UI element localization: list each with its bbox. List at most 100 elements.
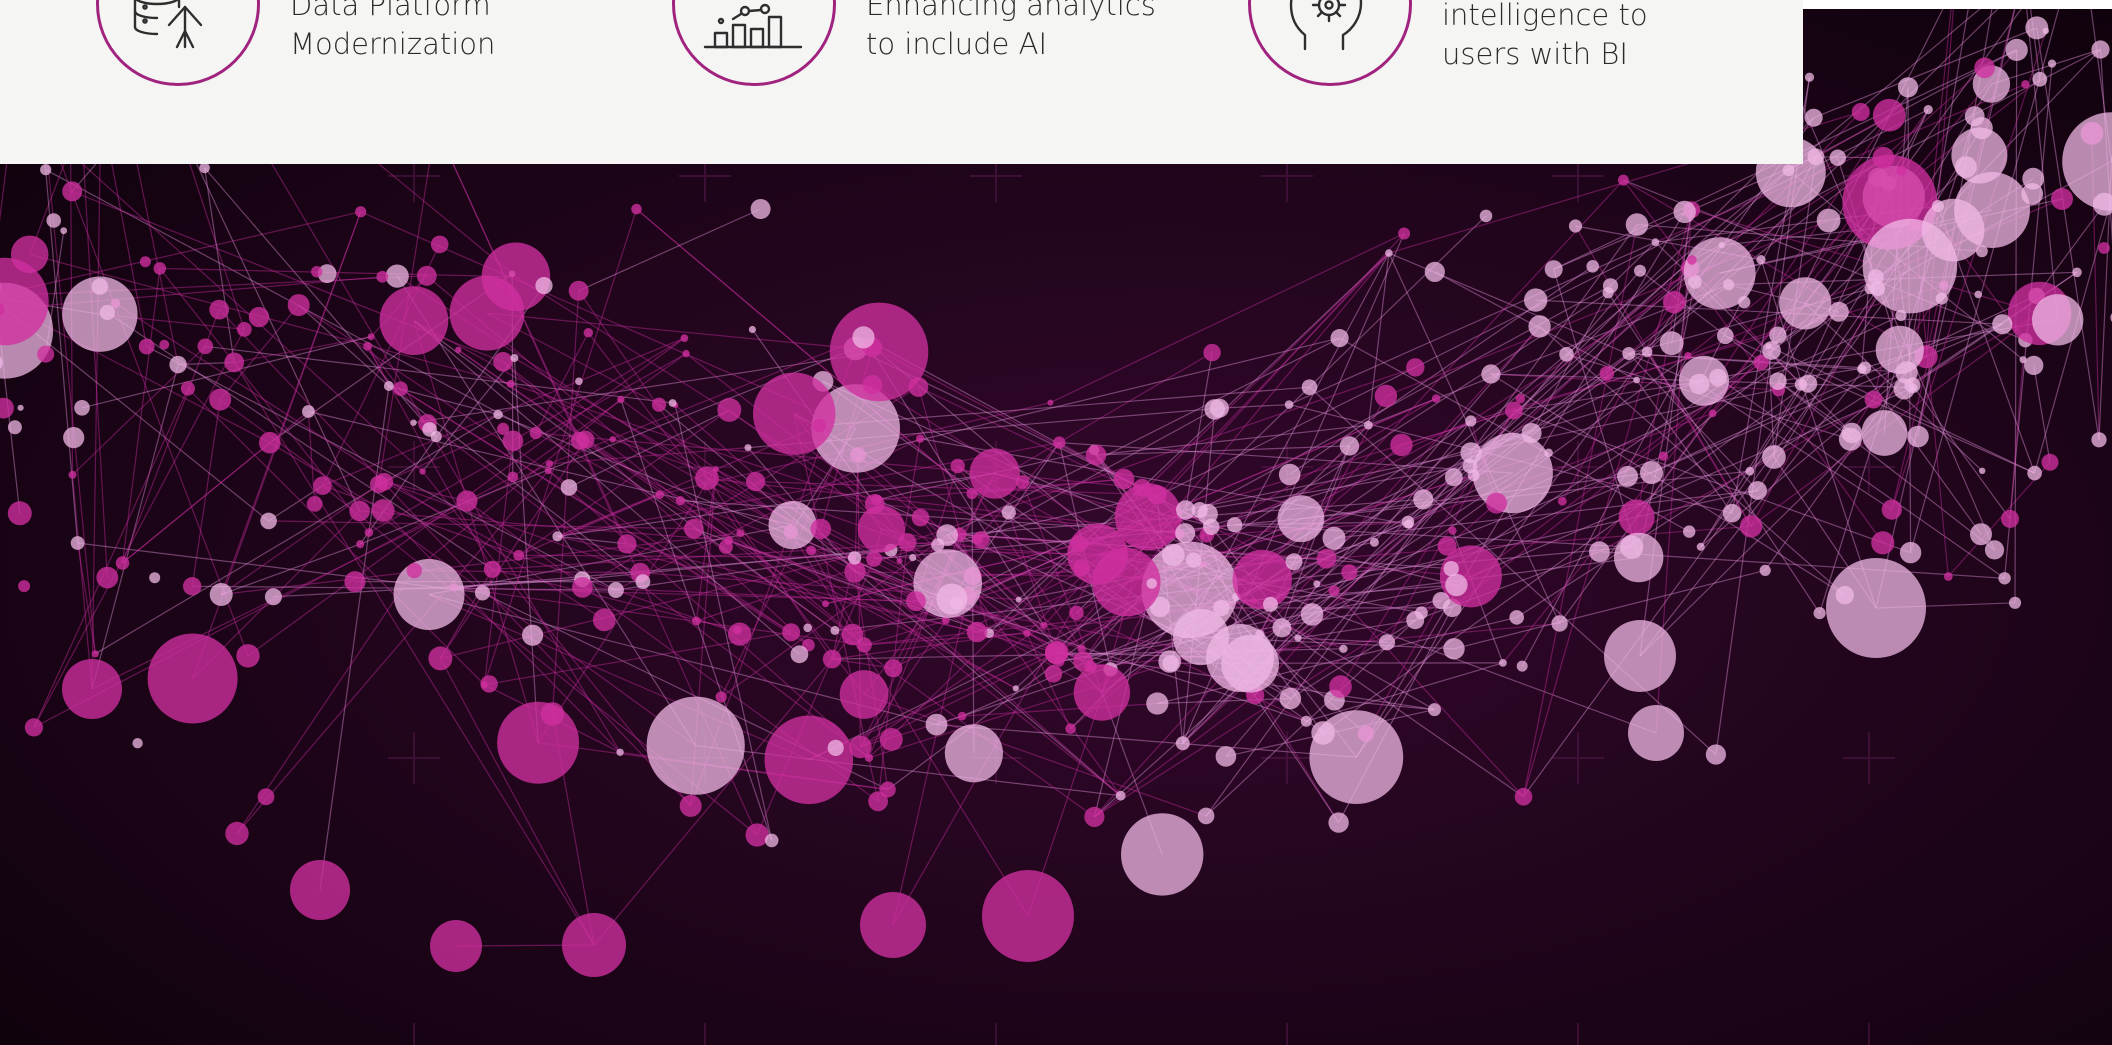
network-node <box>1857 364 1867 374</box>
network-node <box>1284 400 1294 409</box>
network-node <box>74 400 90 416</box>
network-node <box>913 549 982 618</box>
network-node <box>830 625 840 635</box>
network-node <box>1364 420 1373 430</box>
network-node <box>1073 664 1131 721</box>
network-node <box>736 529 745 538</box>
network-node <box>1622 347 1636 360</box>
network-node <box>1679 355 1729 406</box>
network-node <box>209 388 232 411</box>
network-node <box>827 739 844 757</box>
network-node <box>691 616 701 626</box>
network-node <box>1339 644 1348 653</box>
network-node <box>898 533 917 552</box>
network-node <box>1499 659 1507 667</box>
network-node <box>2024 355 2044 375</box>
network-node <box>91 650 99 658</box>
network-node <box>2032 71 2048 87</box>
network-node <box>868 791 888 812</box>
network-node <box>806 545 817 556</box>
network-node <box>607 582 624 598</box>
network-node <box>197 338 214 355</box>
network-node <box>864 753 874 762</box>
network-node <box>1557 496 1567 506</box>
network-node <box>572 577 593 598</box>
network-node <box>1206 624 1274 692</box>
network-node <box>1330 329 1349 348</box>
network-node <box>1516 660 1528 672</box>
network-node <box>376 270 389 283</box>
network-node <box>728 622 752 646</box>
network-node <box>1313 580 1321 588</box>
network-node <box>1505 401 1523 420</box>
network-node <box>40 164 52 176</box>
network-node <box>2042 27 2049 34</box>
network-node <box>1628 705 1684 761</box>
network-node <box>540 702 565 726</box>
network-node <box>1708 409 1717 418</box>
network-node <box>506 379 515 388</box>
network-node <box>306 496 323 512</box>
feature-icon-circle <box>672 0 836 86</box>
network-node <box>1121 813 1204 896</box>
network-node <box>1954 172 2030 248</box>
network-node <box>1544 260 1563 279</box>
network-node <box>1816 208 1841 233</box>
network-node <box>1804 108 1823 127</box>
network-node <box>847 551 862 565</box>
network-node <box>416 265 437 286</box>
network-node <box>1943 572 1953 581</box>
network-node <box>1813 607 1826 620</box>
network-node <box>982 870 1074 962</box>
network-node <box>655 490 664 499</box>
network-node <box>419 468 426 475</box>
feature-line: intelligence to <box>1442 0 1648 32</box>
network-node <box>1047 399 1054 406</box>
network-node <box>483 560 501 578</box>
network-node <box>911 508 930 527</box>
network-node <box>1851 103 1870 121</box>
network-node <box>1722 503 1742 523</box>
network-node <box>1053 436 1066 449</box>
network-node <box>617 534 637 554</box>
network-node <box>393 381 408 397</box>
network-node <box>1618 499 1655 536</box>
network-node <box>2022 167 2045 190</box>
network-node <box>1085 444 1107 466</box>
network-node <box>1316 548 1337 569</box>
network-node <box>2098 242 2110 254</box>
network-node <box>1444 468 1463 487</box>
network-node <box>260 512 277 530</box>
network-node <box>764 833 779 848</box>
network-node <box>1462 458 1478 474</box>
network-node <box>680 334 689 342</box>
network-node <box>966 621 988 643</box>
network-node <box>748 325 757 334</box>
network-node <box>1479 209 1493 223</box>
network-node <box>2019 356 2027 364</box>
network-node <box>1641 346 1653 358</box>
network-node <box>1374 384 1398 408</box>
network-node <box>493 409 503 420</box>
network-node <box>1634 264 1646 277</box>
network-node <box>1431 394 1441 403</box>
network-node <box>746 472 766 492</box>
network-node <box>1044 665 1063 683</box>
network-node <box>1881 499 1902 520</box>
network-node <box>430 235 449 254</box>
network-node <box>715 691 727 703</box>
network-node <box>1633 376 1640 384</box>
network-node <box>1528 315 1551 338</box>
network-node <box>884 659 903 678</box>
network-node <box>1625 213 1649 236</box>
network-node <box>62 276 138 352</box>
network-node <box>682 349 690 358</box>
network-node <box>1875 325 1924 374</box>
network-node <box>1620 535 1644 559</box>
network-node <box>1658 451 1668 461</box>
network-node <box>1175 523 1196 544</box>
network-node <box>430 431 442 443</box>
network-node <box>1472 432 1553 514</box>
network-node <box>1277 495 1325 543</box>
network-node <box>449 275 525 351</box>
